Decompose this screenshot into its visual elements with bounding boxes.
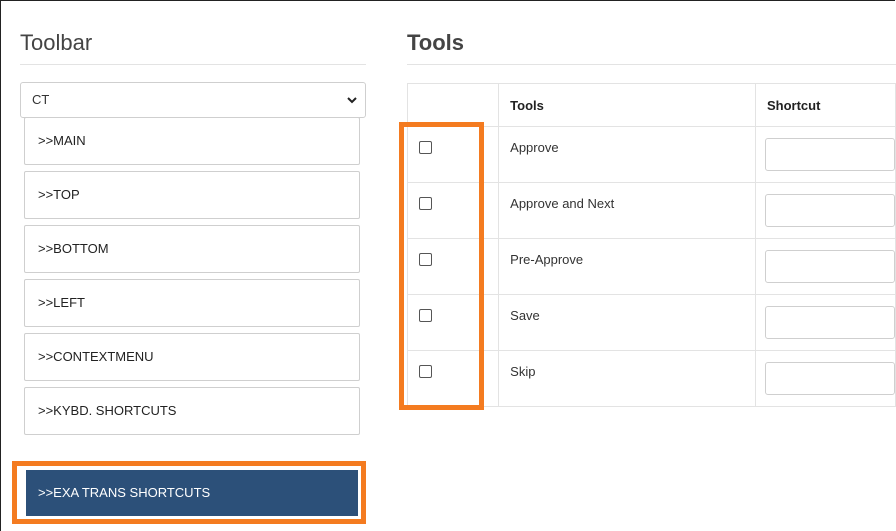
nav-item-left[interactable]: >>LEFT (24, 279, 360, 327)
nav-item-exa-trans-shortcuts[interactable]: >>EXA TRANS SHORTCUTS (26, 470, 358, 516)
nav-item-main[interactable]: >>MAIN (24, 117, 360, 165)
tool-name: Save (510, 308, 540, 323)
tool-name: Pre-Approve (510, 252, 584, 267)
shortcut-input[interactable] (764, 194, 895, 227)
tools-panel: Tools Tools Shortcut Approve Approve and… (406, 30, 896, 407)
chevron-down-icon (347, 97, 357, 104)
nav-item-contextmenu[interactable]: >>CONTEXTMENU (24, 333, 360, 381)
shortcut-input[interactable] (764, 250, 895, 283)
tool-name: Skip (510, 364, 536, 379)
nav-item-kybd-shortcuts[interactable]: >>KYBD. SHORTCUTS (24, 387, 360, 435)
tools-header-row: Tools Shortcut (406, 83, 896, 127)
header-select (406, 83, 500, 127)
header-tools: Tools (498, 83, 756, 127)
nav-item-bottom[interactable]: >>BOTTOM (24, 225, 360, 273)
toolbar-title: Toolbar (20, 30, 366, 65)
toolbar-select-value: CT (32, 92, 50, 107)
header-shortcut: Shortcut (754, 83, 896, 127)
toolbar-select[interactable]: CT (20, 82, 366, 118)
tool-name: Approve and Next (510, 196, 615, 211)
toolbar-nav-list: >>MAIN >>TOP >>BOTTOM >>LEFT >>CONTEXTME… (24, 117, 360, 441)
shortcut-input[interactable] (764, 138, 895, 171)
toolbar-panel: Toolbar CT (20, 30, 366, 118)
shortcut-input[interactable] (764, 362, 895, 395)
nav-item-top[interactable]: >>TOP (24, 171, 360, 219)
checkbox-column-highlight (399, 122, 484, 410)
shortcut-input[interactable] (764, 306, 895, 339)
tool-name: Approve (510, 140, 559, 155)
tools-title: Tools (407, 30, 896, 65)
